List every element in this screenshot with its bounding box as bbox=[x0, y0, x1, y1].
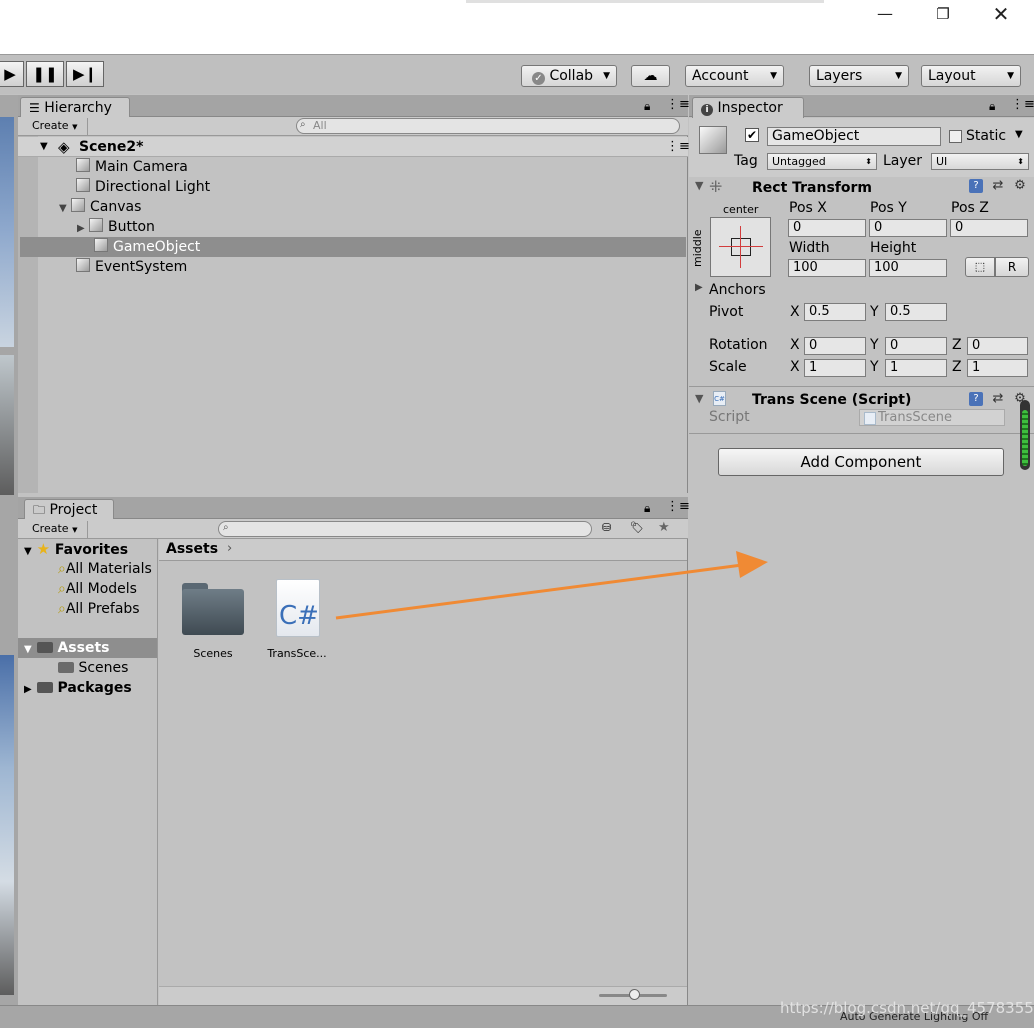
arrow-shaft bbox=[335, 563, 743, 620]
annotation-arrow bbox=[335, 551, 768, 620]
arrow-head bbox=[736, 551, 768, 578]
watermark-text: https://blog.csdn.net/qq_45783556 bbox=[780, 999, 1034, 1017]
